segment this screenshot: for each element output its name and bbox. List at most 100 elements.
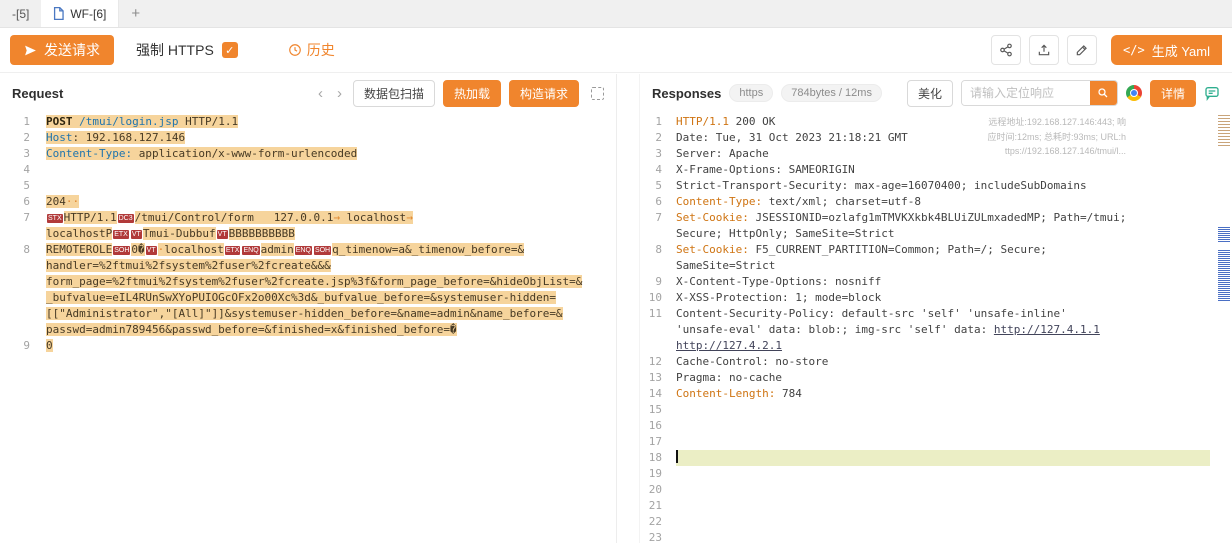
line-number: 4	[640, 162, 676, 178]
editor-line[interactable]: 'unsafe-eval' data: blob:; img-src 'self…	[640, 322, 1232, 338]
tab-active[interactable]: WF-[6]	[41, 0, 119, 27]
line-number: 2	[640, 130, 676, 146]
line-number: 9	[0, 338, 46, 354]
editor-line[interactable]: 12Cache-Control: no-store	[640, 354, 1232, 370]
construct-request-button[interactable]: 构造请求	[509, 80, 579, 107]
editor-line[interactable]: 20	[640, 482, 1232, 498]
generate-yaml-button[interactable]: </> 生成 Yaml	[1111, 35, 1222, 65]
minimap-body-mark-1	[1218, 227, 1230, 243]
hot-reload-button[interactable]: 热加载	[443, 80, 501, 107]
editor-line[interactable]: form_page=%2ftmui%2fsystem%2fuser%2fcrea…	[0, 274, 616, 290]
editor-line[interactable]: 1HTTP/1.1 200 OK	[640, 114, 1232, 130]
force-https-toggle[interactable]: 强制 HTTPS ✓	[136, 40, 238, 60]
editor-line[interactable]: 7STXHTTP/1.1DC3/tmui/Control/form 127.0.…	[0, 210, 616, 226]
tab-prev[interactable]: -[5]	[0, 0, 41, 27]
editor-line[interactable]: 17	[640, 434, 1232, 450]
share-button[interactable]	[991, 35, 1021, 65]
pencil-icon	[1075, 43, 1089, 57]
editor-line[interactable]: 9X-Content-Type-Options: nosniff	[640, 274, 1232, 290]
history-button[interactable]: 历史	[288, 40, 335, 60]
editor-line[interactable]: 3Server: Apache	[640, 146, 1232, 162]
editor-line[interactable]: 4	[0, 162, 616, 178]
editor-line[interactable]: 11Content-Security-Policy: default-src '…	[640, 306, 1232, 322]
beautify-button[interactable]: 美化	[907, 80, 953, 107]
editor-line[interactable]: passwd=admin789456&passwd_before=&finish…	[0, 322, 616, 338]
plus-icon: +	[131, 5, 140, 22]
line-number: 7	[0, 210, 46, 226]
request-title: Request	[12, 86, 63, 101]
editor-line[interactable]: 5Strict-Transport-Security: max-age=1607…	[640, 178, 1232, 194]
fullscreen-icon[interactable]	[591, 87, 604, 100]
request-editor[interactable]: 1POST /tmui/login.jsp HTTP/1.12Host: 192…	[0, 112, 616, 543]
editor-line[interactable]: 2Host: 192.168.127.146	[0, 130, 616, 146]
editor-line[interactable]: 21	[640, 498, 1232, 514]
editor-line[interactable]: 90	[0, 338, 616, 354]
editor-line[interactable]: 5	[0, 178, 616, 194]
packet-scan-button[interactable]: 数据包扫描	[353, 80, 435, 107]
search-icon[interactable]	[1090, 81, 1117, 105]
main-split: Request ‹ › 数据包扫描 热加载 构造请求 1POST /tmui/l…	[0, 74, 1232, 543]
editor-line[interactable]: 18	[640, 450, 1232, 466]
editor-line[interactable]: 23	[640, 530, 1232, 543]
tab-prev-label: -[5]	[12, 7, 29, 21]
panel-splitter[interactable]	[617, 74, 639, 543]
editor-line[interactable]: 2Date: Tue, 31 Oct 2023 21:18:21 GMT	[640, 130, 1232, 146]
line-number: 19	[640, 466, 676, 482]
editor-line[interactable]: 8Set-Cookie: F5_CURRENT_PARTITION=Common…	[640, 242, 1232, 258]
response-panel-header: Responses https 784bytes / 12ms 美化 详情	[640, 74, 1232, 112]
details-button[interactable]: 详情	[1150, 80, 1196, 107]
prev-request-arrow[interactable]: ‹	[315, 85, 326, 102]
line-number	[640, 322, 676, 338]
response-editor[interactable]: 1HTTP/1.1 200 OK2Date: Tue, 31 Oct 2023 …	[640, 112, 1232, 543]
line-number: 5	[0, 178, 46, 194]
line-number: 21	[640, 498, 676, 514]
line-number	[0, 306, 46, 322]
generate-yaml-label: 生成 Yaml	[1152, 41, 1210, 60]
editor-line[interactable]: 6Content-Type: text/xml; charset=utf-8	[640, 194, 1232, 210]
feedback-chat-icon[interactable]	[1204, 85, 1220, 101]
editor-line[interactable]: handler=%2ftmui%2fsystem%2fuser%2fcreate…	[0, 258, 616, 274]
protocol-badge: https	[729, 84, 773, 102]
next-request-arrow[interactable]: ›	[334, 85, 345, 102]
url-text: ttps://192.168.127.146/tmui/l...	[987, 144, 1126, 159]
editor-line[interactable]: 3Content-Type: application/x-www-form-ur…	[0, 146, 616, 162]
editor-line[interactable]: 1POST /tmui/login.jsp HTTP/1.1	[0, 114, 616, 130]
export-icon	[1037, 43, 1051, 57]
editor-line[interactable]: 22	[640, 514, 1232, 530]
line-number: 14	[640, 386, 676, 402]
timing-text: 应时间:12ms; 总耗时:93ms; URL:h	[987, 130, 1126, 145]
export-button[interactable]	[1029, 35, 1059, 65]
send-request-button[interactable]: 发送请求	[10, 35, 114, 65]
editor-line[interactable]: _bufvalue=eIL4RUnSwXYoPUIOGcOFx2o00Xc%3d…	[0, 290, 616, 306]
editor-line[interactable]: 10X-XSS-Protection: 1; mode=block	[640, 290, 1232, 306]
minimap[interactable]	[1216, 112, 1232, 543]
editor-line[interactable]: 14Content-Length: 784	[640, 386, 1232, 402]
line-number: 23	[640, 530, 676, 543]
editor-line[interactable]: 6204··	[0, 194, 616, 210]
line-number	[640, 258, 676, 274]
editor-line[interactable]: http://127.4.2.1	[640, 338, 1232, 354]
text-cursor	[676, 450, 678, 463]
checkbox-checked-icon[interactable]: ✓	[222, 42, 238, 58]
editor-line[interactable]: 19	[640, 466, 1232, 482]
editor-line[interactable]: localhostPETXVTTmui-DubbufVTBBBBBBBBBB	[0, 226, 616, 242]
editor-line[interactable]: Secure; HttpOnly; SameSite=Strict	[640, 226, 1232, 242]
editor-line[interactable]: SameSite=Strict	[640, 258, 1232, 274]
add-tab-button[interactable]: +	[119, 0, 152, 27]
response-search	[961, 80, 1118, 106]
edit-button[interactable]	[1067, 35, 1097, 65]
editor-line[interactable]: 8REMOTEROLESOH0�VT·localhostETXENQadminE…	[0, 242, 616, 258]
line-number: 1	[0, 114, 46, 130]
line-number: 13	[640, 370, 676, 386]
webfuzzer-app: -[5] WF-[6] + 发送请求 强制 HTTPS ✓ 历史	[0, 0, 1232, 543]
editor-line[interactable]: 7Set-Cookie: JSESSIONID=ozlafg1mTMVKXkbk…	[640, 210, 1232, 226]
editor-line[interactable]: 4X-Frame-Options: SAMEORIGIN	[640, 162, 1232, 178]
editor-line[interactable]: 13Pragma: no-cache	[640, 370, 1232, 386]
fuzzer-doc-icon	[53, 7, 64, 20]
line-number	[0, 226, 46, 242]
open-in-chrome-icon[interactable]	[1126, 85, 1142, 101]
editor-line[interactable]: [["Administrator","[All]"]]&systemuser-h…	[0, 306, 616, 322]
editor-line[interactable]: 15	[640, 402, 1232, 418]
search-input[interactable]	[962, 81, 1090, 105]
editor-line[interactable]: 16	[640, 418, 1232, 434]
